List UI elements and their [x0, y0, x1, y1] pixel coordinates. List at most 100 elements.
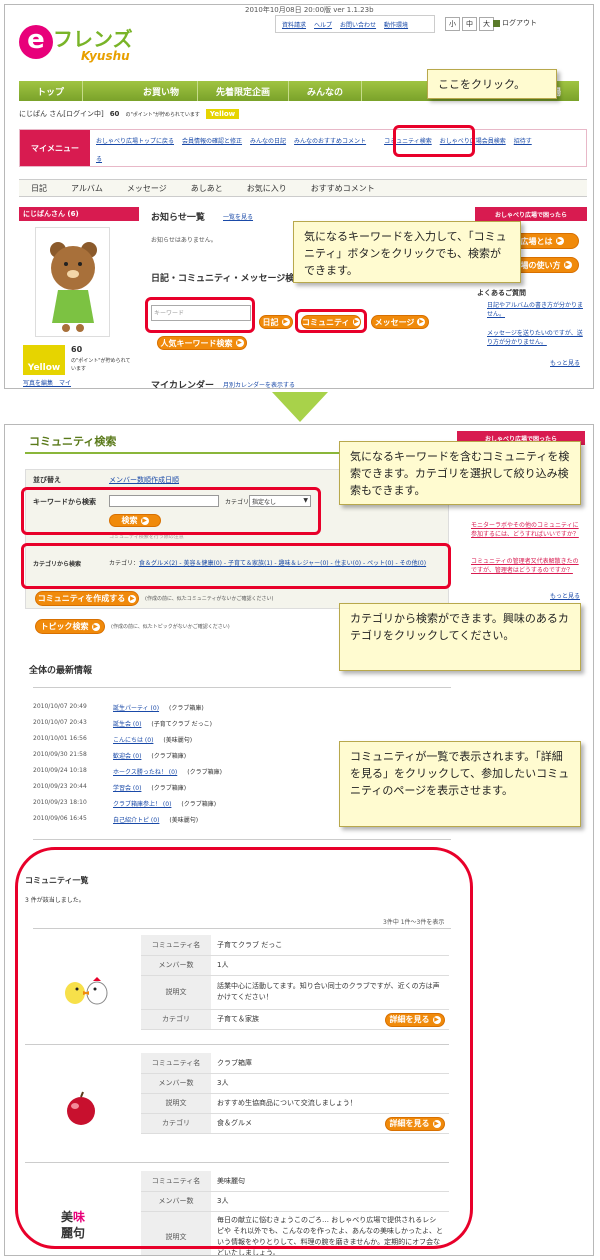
latest-item: 2010/09/23 20:44 学習会 (0) (クラブ箱庫)	[33, 783, 333, 799]
highlight-keyword-search	[21, 487, 321, 535]
subnav-footprint[interactable]: あしあと	[191, 183, 223, 194]
faq2-link-2[interactable]: コミュニティの管理者又代表解散きたのですが、管理者はどうするのですか？	[471, 557, 583, 575]
profile-header: にじぱんさん (6)	[19, 207, 139, 221]
mymenu-link-invite[interactable]: 招待す	[514, 136, 532, 145]
sort-members-link[interactable]: メンバー数順	[109, 475, 151, 485]
bear-icon	[50, 242, 97, 332]
mymenu-link-comment[interactable]: みんなのおすすめコメント	[294, 136, 366, 145]
font-medium-button[interactable]: 中	[462, 17, 477, 31]
diary-search-button[interactable]: 日記 ▶	[259, 315, 293, 329]
callout-list: コミュニティが一覧で表示されます。「詳細を見る」をクリックして、参加したいコミュ…	[339, 741, 581, 827]
subnav-diary[interactable]: 日記	[31, 183, 47, 194]
nav-shopping[interactable]: お買い物	[83, 81, 199, 101]
nav-top[interactable]: トップ	[19, 81, 84, 101]
topic-note: (作成の前に、似たトピックがないかご確認ください)	[111, 624, 230, 630]
user-name: にじぱん さん[ログイン中]	[19, 110, 104, 118]
help-header: おしゃべり広場で困ったら	[475, 207, 587, 221]
mymenu-link-top[interactable]: おしゃべり広場トップに戻る	[96, 136, 174, 145]
faq-link-2[interactable]: メッセージを送りたいのですが、送り方が分かりません。	[487, 329, 585, 347]
notice-list-link[interactable]: 一覧を見る	[223, 212, 253, 221]
latest-suffix: (クラブ箱庫)	[151, 753, 187, 760]
nav-minna[interactable]: みんなの	[289, 81, 363, 101]
latest-list: 2010/10/07 20:49 誕生パーティ (0) (クラブ箱庫) 2010/10…	[33, 703, 333, 831]
top-screenshot: 2010年10月08日 20:00版 ver 1.1.23b 資料請求 ヘルプ …	[4, 4, 594, 389]
highlight-community-link	[393, 125, 475, 157]
latest-suffix: (美味麗句)	[169, 817, 199, 824]
calendar-title: マイカレンダー	[151, 381, 215, 389]
latest-link[interactable]: 歓迎会 (0)	[113, 751, 141, 767]
util-link-3[interactable]: お問い合わせ	[340, 20, 376, 29]
latest-date: 2010/09/23 20:44	[33, 783, 87, 790]
faq-link-1[interactable]: 日記やアルバムの書き方が分かりません。	[487, 301, 585, 319]
latest-link[interactable]: 誕生会 (0)	[113, 719, 141, 735]
latest-item: 2010/10/01 16:56 こんにちは (0) (美味麗句)	[33, 735, 333, 751]
latest-link[interactable]: こんにちは (0)	[113, 735, 153, 751]
highlight-keyword-input	[145, 297, 255, 333]
popular-keyword-button[interactable]: 人気キーワード検索 ▶	[157, 336, 247, 350]
faq-more-link[interactable]: もっと見る	[550, 358, 580, 367]
profile-edit-link[interactable]: 写真を編集 マイ	[23, 378, 71, 387]
faq2-link-1[interactable]: モニターラボやその他のコミュニティに参加するには、どうすればいいですか？	[471, 521, 583, 539]
logo-text: フレンズ	[53, 27, 133, 51]
latest-divider	[33, 687, 451, 688]
subnav-message[interactable]: メッセージ	[127, 183, 167, 194]
faq2-more-link[interactable]: もっと見る	[550, 591, 580, 600]
latest-suffix: (美味麗句)	[163, 737, 193, 744]
latest-link[interactable]: 自己紹介トピ (0)	[113, 815, 159, 831]
util-link-1[interactable]: 資料請求	[282, 20, 306, 29]
latest-item: 2010/10/07 20:49 誕生パーティ (0) (クラブ箱庫)	[33, 703, 333, 719]
latest-item: 2010/09/23 18:10 クラブ箱庫参上！ (0) (クラブ箱庫)	[33, 799, 333, 815]
latest-item: 2010/09/06 16:45 自己紹介トピ (0) (美味麗句)	[33, 815, 333, 831]
latest-link[interactable]: 誕生パーティ (0)	[113, 703, 159, 719]
latest-link[interactable]: ホークス勝ったね！ (0)	[113, 767, 177, 783]
latest-date: 2010/09/23 18:10	[33, 799, 87, 806]
logout-label: ログアウト	[502, 19, 537, 27]
user-badge: Yellow	[205, 109, 240, 119]
profile-badge: Yellow	[23, 345, 65, 375]
efriends-logo[interactable]: e フレンズ Kyushu	[19, 19, 159, 64]
latest-divider-bottom	[33, 839, 451, 840]
logout-link[interactable]: ログアウト	[493, 18, 537, 28]
message-search-button[interactable]: メッセージ ▶	[371, 315, 429, 329]
latest-item: 2010/09/30 21:58 歓迎会 (0) (クラブ箱庫)	[33, 751, 333, 767]
topic-search-button[interactable]: トピック検索 ▶	[35, 619, 105, 634]
font-small-button[interactable]: 小	[445, 17, 460, 31]
mymenu-link-invite-cont[interactable]: る	[96, 154, 102, 163]
create-community-button[interactable]: コミュニティを作成する ▶	[35, 591, 139, 606]
latest-link[interactable]: 学習会 (0)	[113, 783, 141, 799]
sort-date-link[interactable]: 作成日順	[151, 475, 179, 485]
mymenu-link-diary[interactable]: みんなの日記	[250, 136, 286, 145]
util-link-4[interactable]: 動作環境	[384, 20, 408, 29]
highlight-community-button	[295, 309, 367, 333]
logout-icon	[493, 19, 500, 27]
mymenu-link-profile[interactable]: 会員情報の確認と修正	[182, 136, 242, 145]
font-large-button[interactable]: 大	[479, 17, 494, 31]
create-note: (作成の前に、似たコミュニティがないかご確認ください)	[145, 596, 274, 602]
latest-link[interactable]: クラブ箱庫参上！ (0)	[113, 799, 171, 815]
mymenu-bar: マイメニュー おしゃべり広場トップに戻る 会員情報の確認と修正 みんなの日記 み…	[19, 129, 587, 167]
callout-keyword-search: 気になるキーワードを含むコミュニティを検索できます。カテゴリを選択して絞り込み検…	[339, 441, 581, 505]
latest-date: 2010/10/01 16:56	[33, 735, 87, 742]
profile-note-2: います	[71, 366, 87, 372]
utility-links: 資料請求 ヘルプ お問い合わせ 動作環境	[275, 15, 435, 33]
util-link-2[interactable]: ヘルプ	[314, 20, 332, 29]
user-points-note: の"ポイント"が貯められています	[125, 111, 200, 118]
search-title: 日記・コミュニティ・メッセージ検索	[151, 274, 304, 284]
latest-suffix: (クラブ箱庫)	[187, 769, 222, 776]
font-size-controls: 小 中 大	[445, 17, 494, 31]
subnav-album[interactable]: アルバム	[71, 183, 103, 194]
latest-date: 2010/09/30 21:58	[33, 751, 87, 758]
subnav-recommend[interactable]: おすすめコメント	[311, 183, 375, 194]
bottom-screenshot: コミュニティ検索 並び替え メンバー数順 作成日順 キーワードから検索 カテゴリ…	[4, 424, 594, 1256]
profile-avatar[interactable]	[35, 227, 110, 337]
notice-empty: お知らせはありません。	[151, 237, 217, 244]
callout-category: カテゴリから検索ができます。興味のあるカテゴリをクリックしてください。	[339, 603, 581, 671]
latest-item: 2010/09/24 10:18 ホークス勝ったね！ (0) (クラブ箱庫)	[33, 767, 333, 783]
latest-date: 2010/10/07 20:43	[33, 719, 87, 726]
highlight-community-list	[15, 847, 473, 1249]
latest-suffix: (クラブ箱庫)	[181, 801, 217, 808]
calendar-link[interactable]: 月別カレンダーを表示する	[223, 380, 295, 388]
subnav-favorite[interactable]: お気に入り	[247, 183, 287, 194]
nav-limited[interactable]: 先着限定企画	[198, 81, 290, 101]
callout-keyword: 気になるキーワードを入力して、「コミュニティ」ボタンをクリックでも、検索ができま…	[293, 221, 521, 283]
